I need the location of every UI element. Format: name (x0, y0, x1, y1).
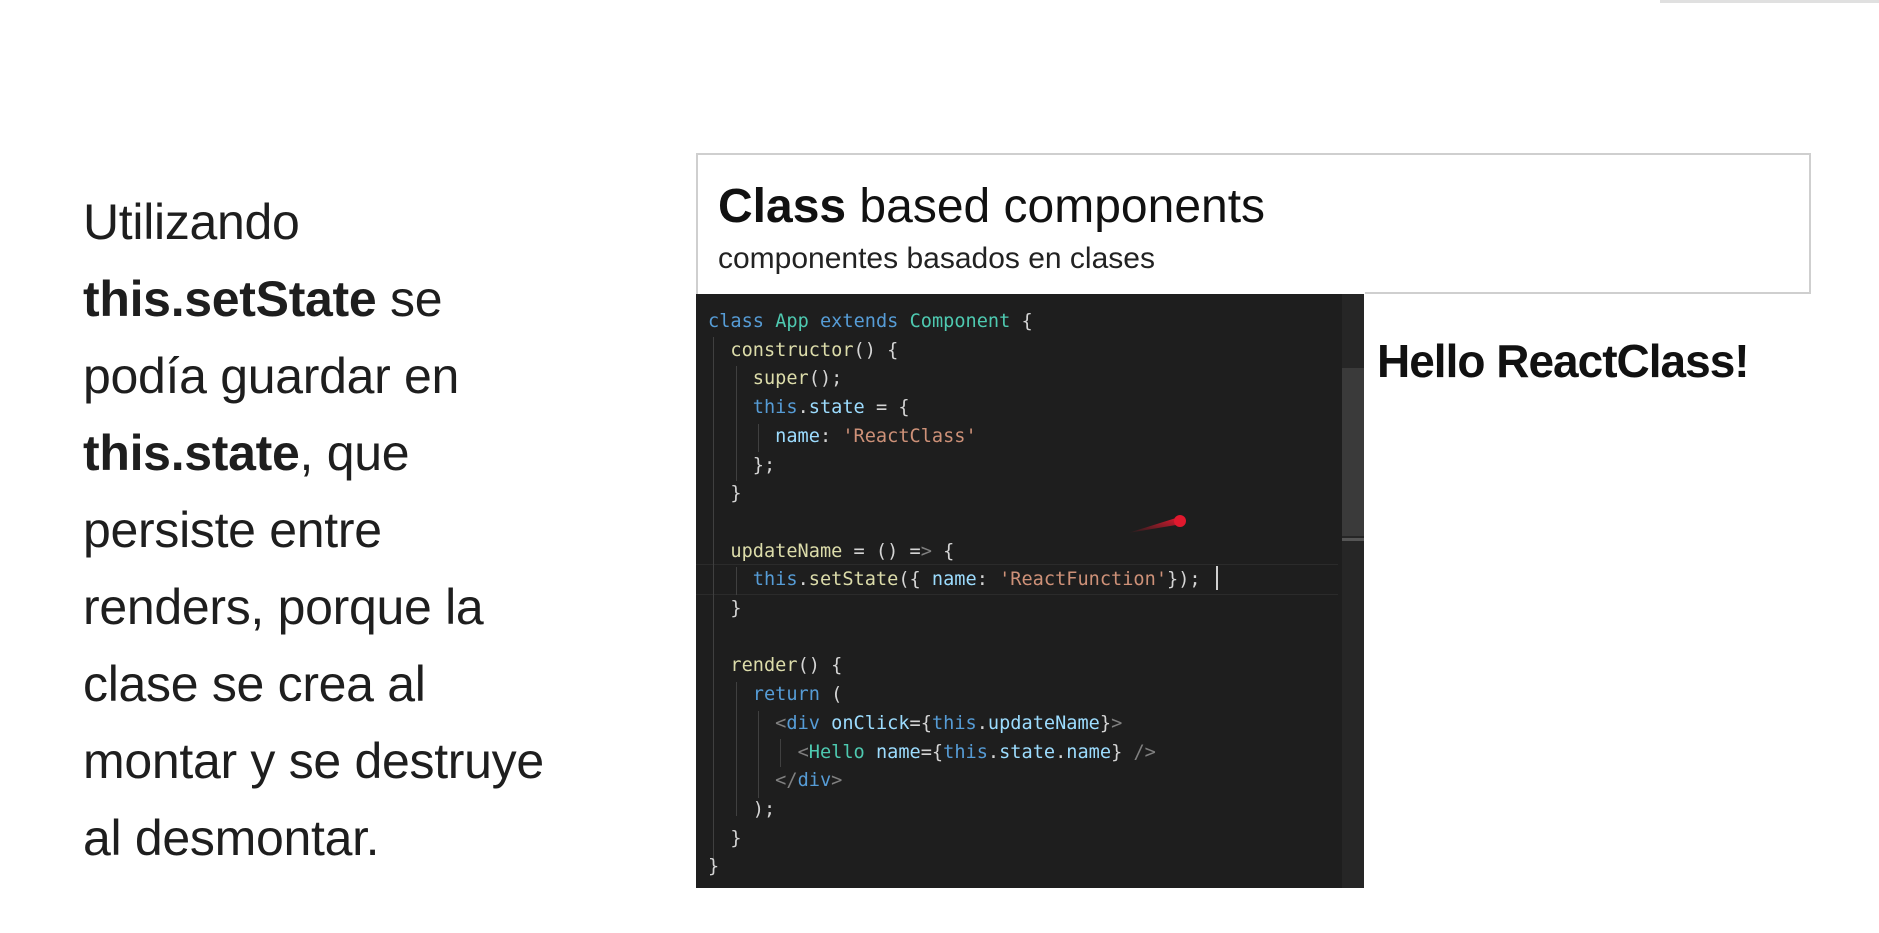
explanation-line: Utilizando (83, 194, 300, 250)
explanation-bold-state: this.state (83, 425, 300, 481)
explanation-line: montar y se destruye (83, 733, 544, 789)
code-editor[interactable]: class App extends Component { constructo… (696, 294, 1364, 888)
text-cursor (1216, 566, 1218, 590)
explanation-line: this.state, que (83, 425, 410, 481)
explanation-line: al desmontar. (83, 810, 380, 866)
slide-title-box: Class based components componentes basad… (696, 153, 1811, 294)
code-content[interactable]: class App extends Component { constructo… (708, 308, 1201, 882)
explanation-line: persiste entre (83, 502, 382, 558)
slide-subtitle: componentes basados en clases (718, 242, 1155, 275)
laser-pointer-icon (1128, 515, 1186, 533)
top-bar (1660, 0, 1879, 3)
scrollbar-marker (1342, 538, 1364, 541)
title-box-divider (1365, 292, 1811, 294)
explanation-line: this.setState se (83, 271, 443, 327)
slide-title: Class based components (718, 180, 1266, 233)
rendered-output: Hello ReactClass! (1377, 335, 1750, 387)
explanation-line: renders, porque la (83, 579, 484, 635)
scrollbar-thumb[interactable] (1342, 368, 1364, 536)
explanation-line: clase se crea al (83, 656, 426, 712)
explanation-line: podía guardar en (83, 348, 460, 404)
explanation-paragraph: Utilizando this.setState se podía guarda… (83, 184, 623, 877)
explanation-bold-setstate: this.setState (83, 271, 377, 327)
